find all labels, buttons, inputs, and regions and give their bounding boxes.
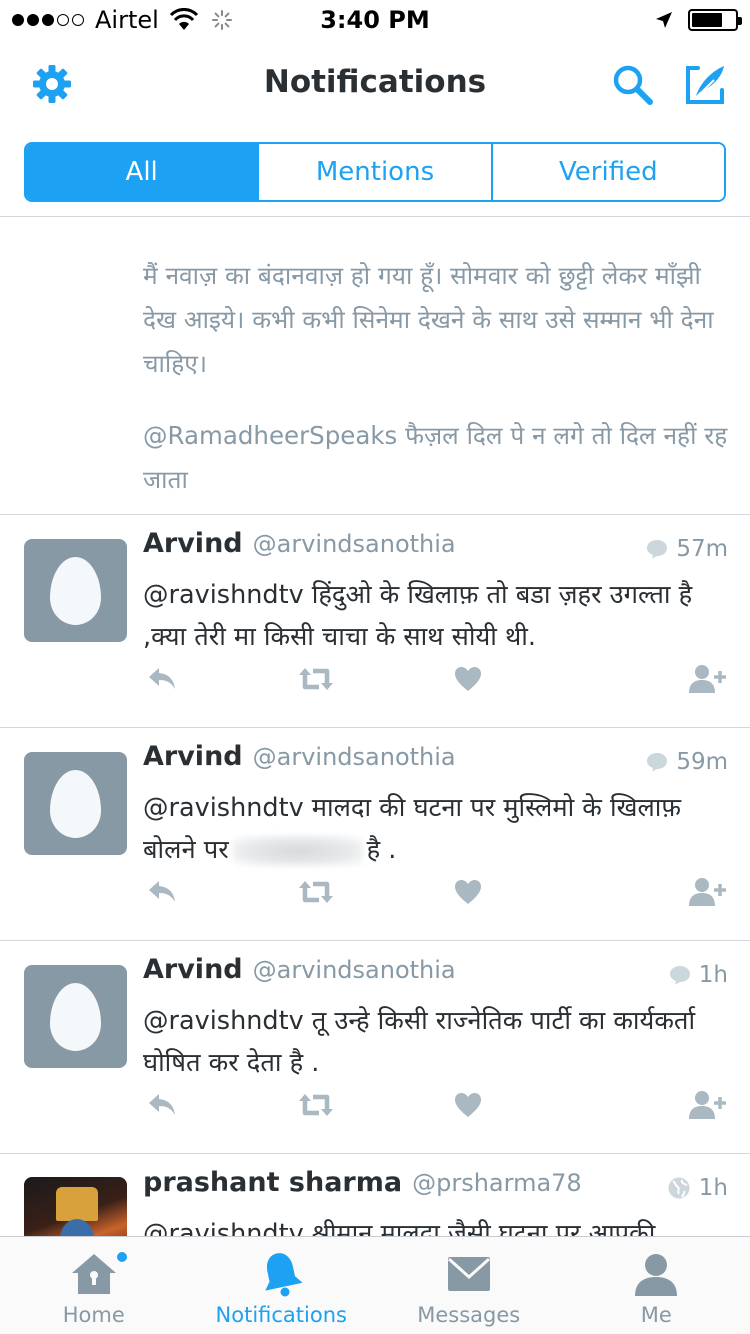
reply-icon[interactable] [146,662,178,696]
like-heart-icon[interactable] [454,875,482,909]
status-bar: Airtel 3:40 PM [0,0,750,40]
tab-messages[interactable]: Messages [375,1237,563,1334]
tweet-time-label: 1h [698,1175,728,1201]
follow-user-icon[interactable] [688,662,728,696]
battery-icon [688,9,742,31]
retweet-icon[interactable] [297,875,335,909]
user-handle[interactable]: @arvindsanothia [253,743,456,771]
user-handle[interactable]: @prsharma78 [412,1169,582,1197]
reply-icon[interactable] [146,875,178,909]
retweet-icon[interactable] [297,1088,335,1122]
tweet-time: 1h [669,962,728,988]
tweet-item[interactable]: Arvind @arvindsanothia 57m @ravishndtv ह… [0,514,750,727]
tweet-time-label: 57m [676,536,728,562]
avatar[interactable] [24,539,127,642]
home-badge-dot [116,1251,128,1263]
tweet-actions [0,662,750,696]
tweet-header: prashant sharma @prsharma78 1h [143,1167,728,1207]
tweet-item[interactable]: Arvind @arvindsanothia 59m @ravishndtv म… [0,727,750,940]
reply-bubble-icon [647,753,668,772]
tab-bar: Home Notifications Messages Me [0,1236,750,1334]
user-name[interactable]: prashant sharma [143,1167,402,1198]
quoted-tweet-text: मैं नवाज़ का बंदानवाज़ हो गया हूँ। सोमवा… [143,261,714,378]
tweet-header: Arvind @arvindsanothia 59m [143,741,728,781]
avatar[interactable] [24,752,127,855]
tweet-header: Arvind @arvindsanothia 1h [143,954,728,994]
tab-me[interactable]: Me [563,1237,750,1334]
notifications-filter: All Mentions Verified [24,142,726,202]
quoted-reply-text: @RamadheerSpeaks फैज़ल दिल पे न लगे तो द… [143,421,728,494]
tab-label: Home [62,1303,125,1327]
tweet-actions [0,875,750,909]
tweet-text: @ravishndtv श्रीमान मालदा जैसी घटना पर आ… [143,1219,656,1236]
tab-home[interactable]: Home [0,1237,188,1334]
tweet-time-label: 59m [676,749,728,775]
person-icon [635,1254,678,1296]
home-icon [71,1254,116,1294]
tweet-text-after: है . [366,835,397,865]
user-handle[interactable]: @arvindsanothia [253,530,456,558]
envelope-icon [447,1257,490,1291]
default-egg-icon [50,983,101,1051]
navigation-bar: Notifications [0,40,750,128]
like-heart-icon[interactable] [454,662,482,696]
redacted-blur [232,836,363,866]
avatar-photo-detail [56,1187,98,1221]
globe-icon [668,1177,690,1199]
location-arrow-icon [656,12,672,28]
search-icon[interactable] [610,62,654,106]
reply-bubble-icon [647,540,668,559]
tweet-text: @ravishndtv हिंदुओ के खिलाफ़ तो बडा ज़हर… [143,580,693,652]
tweet-item[interactable]: prashant sharma @prsharma78 1h @ravishnd… [0,1153,750,1236]
tweet-header: Arvind @arvindsanothia 57m [143,528,728,568]
tab-all[interactable]: All [26,144,260,200]
user-name[interactable]: Arvind [143,741,243,772]
compose-tweet-icon[interactable] [684,62,728,106]
tab-verified[interactable]: Verified [492,144,724,200]
status-time: 3:40 PM [320,6,430,34]
avatar[interactable] [24,965,127,1068]
tweet-time: 59m [646,749,728,775]
tab-mentions[interactable]: Mentions [259,144,493,200]
tweet-text-before: @ravishndtv मालदा की घटना पर मुस्लिमो के… [143,793,681,865]
reply-bubble-icon [669,966,690,985]
user-name[interactable]: Arvind [143,528,243,559]
follow-user-icon[interactable] [688,1088,728,1122]
default-egg-icon [50,770,101,838]
avatar[interactable] [24,1177,127,1236]
status-right [654,9,742,31]
tab-label: Notifications [215,1303,347,1327]
user-handle[interactable]: @arvindsanothia [253,956,456,984]
default-egg-icon [50,557,101,625]
avatar-photo-detail [60,1219,94,1236]
bell-icon [265,1253,303,1297]
user-name[interactable]: Arvind [143,954,243,985]
retweet-icon[interactable] [297,662,335,696]
tweet-text: @ravishndtv मालदा की घटना पर मुस्लिमो के… [143,787,728,871]
tweet-time: 57m [646,536,728,562]
tweet-item[interactable]: Arvind @arvindsanothia 1h @ravishndtv तू… [0,940,750,1153]
quoted-tweet[interactable]: मैं नवाज़ का बंदानवाज़ हो गया हूँ। सोमवा… [143,254,733,502]
tweet-time: 1h [667,1175,728,1201]
follow-user-icon[interactable] [688,875,728,909]
reply-icon[interactable] [146,1088,178,1122]
tweet-actions [0,1088,750,1122]
like-heart-icon[interactable] [454,1088,482,1122]
tab-label: Messages [417,1303,521,1327]
divider [0,216,750,217]
tab-label: Me [640,1303,672,1327]
tweet-time-label: 1h [698,962,728,988]
tab-notifications[interactable]: Notifications [188,1237,376,1334]
tweet-text: @ravishndtv तू उन्हे किसी राज्नेतिक पार्… [143,1006,696,1078]
